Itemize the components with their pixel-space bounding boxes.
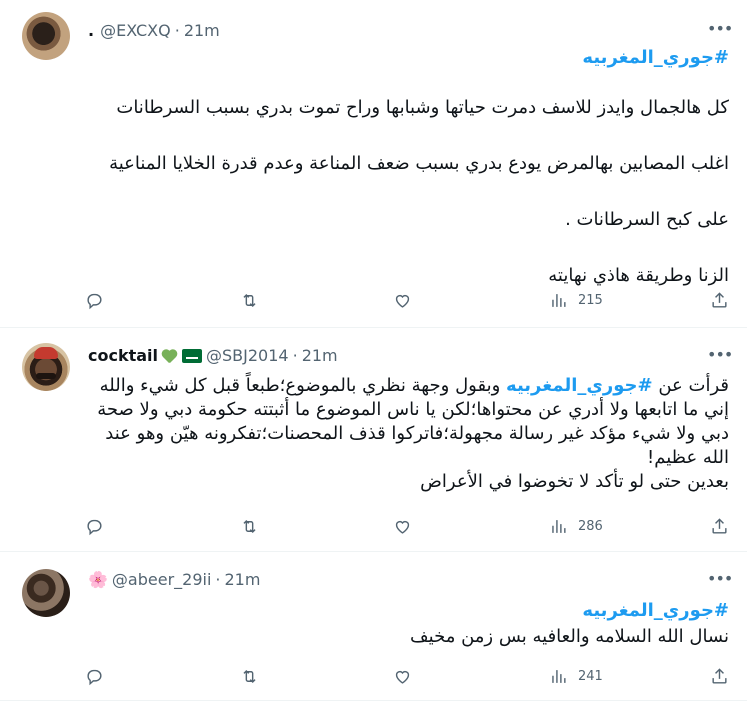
retweet-button[interactable] xyxy=(240,665,259,687)
reply-icon xyxy=(87,519,102,535)
timestamp[interactable]: 21m xyxy=(302,345,338,367)
user-handle[interactable]: @EXCXQ xyxy=(100,20,171,42)
heart-icon xyxy=(395,294,410,308)
user-handle[interactable]: @abeer_29ii xyxy=(112,569,211,591)
timeline: . @EXCXQ · 21m ••• #جوري_المغربيه كل هال… xyxy=(0,0,747,701)
separator: · xyxy=(215,570,221,589)
reply-button[interactable] xyxy=(85,665,104,687)
saudi-flag-emoji xyxy=(182,349,203,363)
tweet[interactable]: 🌸 @abeer_29ii · 21m ••• #جوري_المغربيه ن… xyxy=(0,552,747,701)
tweet-header: cocktail @SBJ2014 · 21m xyxy=(88,345,338,367)
green-heart-emoji xyxy=(161,349,178,364)
share-icon xyxy=(712,667,727,684)
tweet-text: #جوري_المغربيه كل هالجمال وايدز للاسف دم… xyxy=(88,46,729,288)
tweet[interactable]: cocktail @SBJ2014 · 21m ••• قرأت عن #جور… xyxy=(0,328,747,552)
share-button[interactable] xyxy=(710,665,729,687)
tweet-text-segment: قرأت عن xyxy=(658,375,729,396)
tweet-actions: 286 xyxy=(85,515,729,537)
tweet-paragraph: نسال الله السلامه والعافيه بس زمن مخيف xyxy=(410,626,729,647)
retweet-button[interactable] xyxy=(240,289,259,311)
views-button[interactable]: 241 xyxy=(549,665,603,687)
tweet-actions: 215 xyxy=(85,289,729,311)
display-name[interactable]: . xyxy=(88,20,94,42)
view-count: 286 xyxy=(578,518,603,534)
retweet-button[interactable] xyxy=(240,515,259,537)
tweet-actions: 241 xyxy=(85,665,729,687)
avatar[interactable] xyxy=(22,12,70,60)
avatar[interactable] xyxy=(22,569,70,617)
tweet-paragraph: كل هالجمال وايدز للاسف دمرت حياتها وشباب… xyxy=(116,97,729,118)
like-button[interactable] xyxy=(393,515,412,537)
user-handle[interactable]: @SBJ2014 xyxy=(206,345,289,367)
tweet-paragraph: اغلب المصابين بهالمرض يودع بدري بسبب ضعف… xyxy=(109,153,729,174)
tweet-paragraph: بعدين حتى لو تأكد لا تخوضوا في الأعراض xyxy=(420,471,729,492)
retweet-icon xyxy=(243,519,256,533)
share-icon xyxy=(712,517,727,534)
more-horizontal-icon[interactable]: ••• xyxy=(707,346,733,366)
share-button[interactable] xyxy=(710,289,729,311)
views-chart-icon xyxy=(552,519,566,533)
reply-icon xyxy=(87,293,102,309)
tweet-header: 🌸 @abeer_29ii · 21m xyxy=(88,569,260,591)
separator: · xyxy=(174,21,180,40)
hashtag-link[interactable]: #جوري_المغربيه xyxy=(582,47,729,68)
timestamp[interactable]: 21m xyxy=(184,20,220,42)
view-count: 215 xyxy=(578,292,603,308)
like-button[interactable] xyxy=(393,289,412,311)
views-button[interactable]: 215 xyxy=(549,289,603,311)
retweet-icon xyxy=(243,293,256,307)
tweet[interactable]: . @EXCXQ · 21m ••• #جوري_المغربيه كل هال… xyxy=(0,0,747,328)
hashtag-link[interactable]: #جوري_المغربيه xyxy=(582,600,729,621)
reply-button[interactable] xyxy=(85,515,104,537)
heart-icon xyxy=(395,520,410,534)
view-count: 241 xyxy=(578,668,603,684)
retweet-icon xyxy=(243,669,256,683)
tweet-paragraph: على كبح السرطانات . xyxy=(565,209,729,230)
more-horizontal-icon[interactable]: ••• xyxy=(707,20,733,40)
views-chart-icon xyxy=(552,669,566,683)
hashtag-link[interactable]: #جوري_المغربيه xyxy=(506,375,653,396)
timestamp[interactable]: 21m xyxy=(225,569,261,591)
display-name[interactable]: 🌸 xyxy=(88,569,108,591)
separator: · xyxy=(292,346,298,365)
tweet-text: قرأت عن #جوري_المغربيه وبقول وجهة نظري ب… xyxy=(88,374,729,494)
heart-icon xyxy=(395,670,410,684)
views-chart-icon xyxy=(552,293,566,307)
avatar[interactable] xyxy=(22,343,70,391)
share-button[interactable] xyxy=(710,515,729,537)
more-horizontal-icon[interactable]: ••• xyxy=(707,570,733,590)
views-button[interactable]: 286 xyxy=(549,515,603,537)
reply-icon xyxy=(87,669,102,685)
tweet-paragraph: الزنا وطريقة هاذي نهايته xyxy=(548,265,729,286)
share-icon xyxy=(712,291,727,308)
like-button[interactable] xyxy=(393,665,412,687)
tweet-text: #جوري_المغربيه نسال الله السلامه والعافي… xyxy=(88,598,729,650)
reply-button[interactable] xyxy=(85,289,104,311)
tweet-header: . @EXCXQ · 21m xyxy=(88,20,220,42)
display-name[interactable]: cocktail xyxy=(88,345,158,367)
